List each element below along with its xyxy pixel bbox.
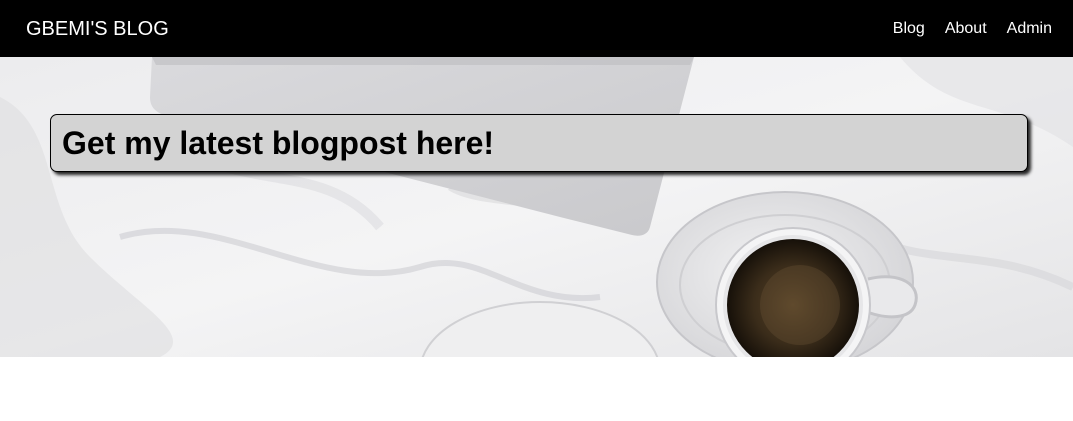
nav-link-admin[interactable]: Admin <box>1007 20 1052 37</box>
hero-section: Get my latest blogpost here! <box>0 57 1073 357</box>
banner-heading: Get my latest blogpost here! <box>62 125 495 161</box>
nav-link-about[interactable]: About <box>945 20 987 37</box>
hero-photo <box>0 57 1073 357</box>
page-body-empty <box>0 357 1073 421</box>
brand-link[interactable]: GBEMI'S BLOG <box>26 19 169 39</box>
top-navbar: GBEMI'S BLOG Blog About Admin <box>0 0 1073 57</box>
latest-post-banner[interactable]: Get my latest blogpost here! <box>50 114 1028 172</box>
nav-link-blog[interactable]: Blog <box>893 20 925 37</box>
nav-links: Blog About Admin <box>893 20 1052 37</box>
